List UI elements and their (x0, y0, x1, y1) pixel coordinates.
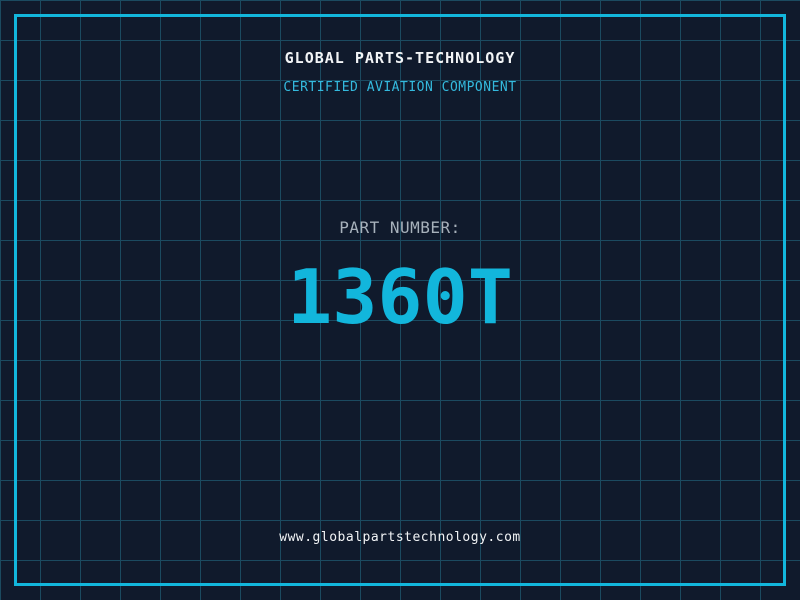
certification-subtitle: CERTIFIED AVIATION COMPONENT (283, 80, 517, 95)
company-title: GLOBAL PARTS-TECHNOLOGY (284, 49, 516, 67)
website-url: www.globalpartstechnology.com (279, 530, 521, 545)
part-number-value: 1360T (287, 253, 513, 341)
part-certificate-page: GLOBAL PARTS-TECHNOLOGY CERTIFIED AVIATI… (0, 0, 800, 600)
part-number-label: PART NUMBER: (339, 218, 461, 237)
